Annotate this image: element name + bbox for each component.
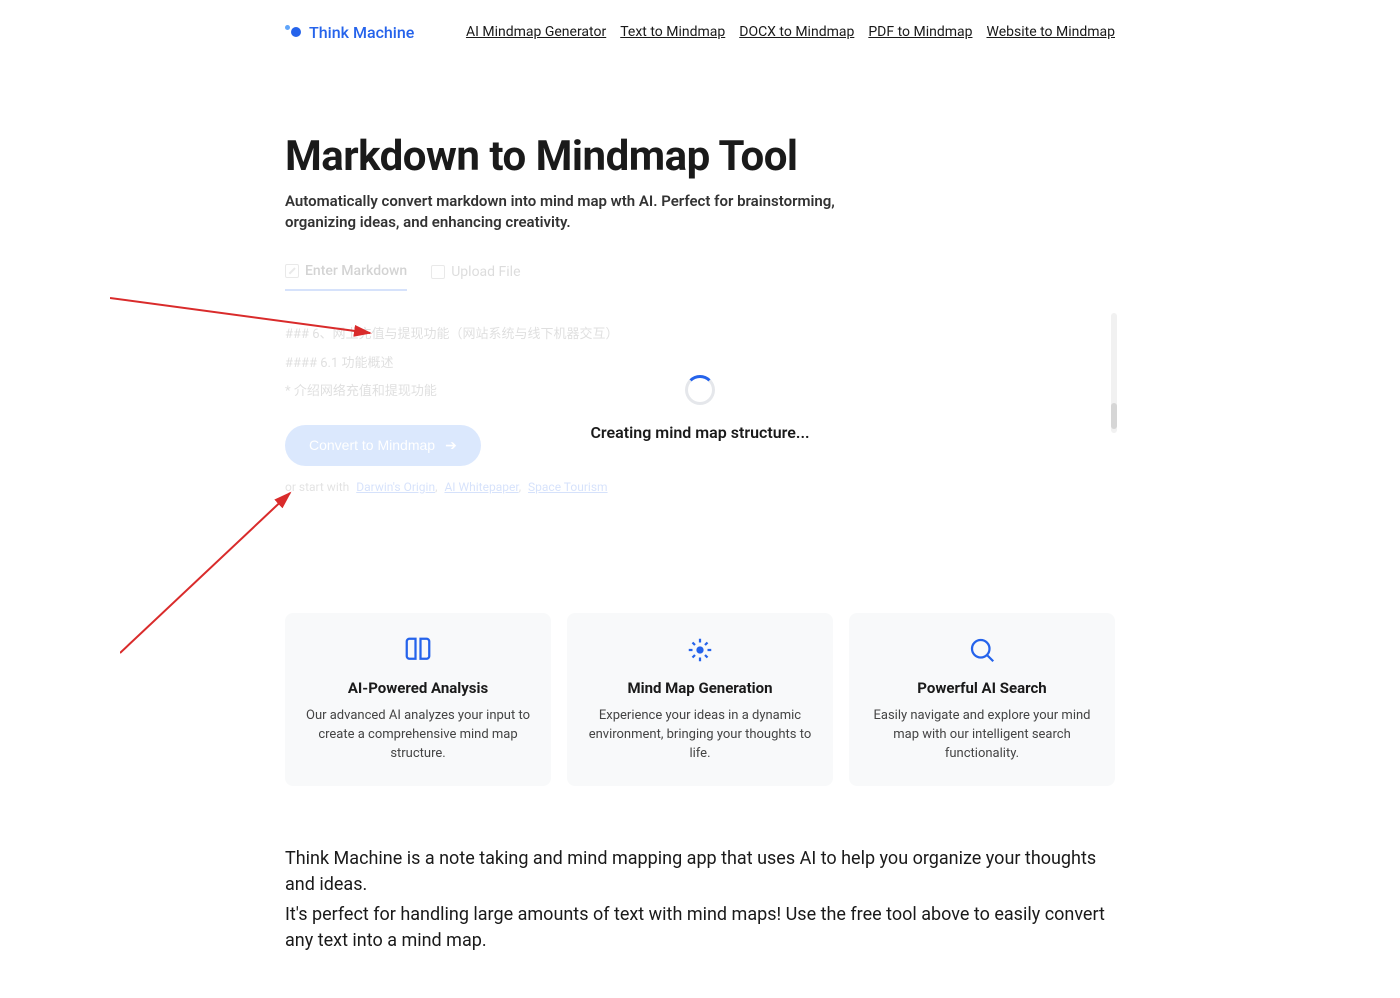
header: Think Machine AI Mindmap Generator Text … — [285, 12, 1115, 52]
feature-desc: Experience your ideas in a dynamic envir… — [585, 707, 815, 764]
main-nav: AI Mindmap Generator Text to Mindmap DOC… — [466, 24, 1115, 40]
expand-icon — [685, 635, 715, 665]
page-title: Markdown to Mindmap Tool — [285, 132, 1115, 181]
body-paragraph-1: Think Machine is a note taking and mind … — [285, 846, 1115, 898]
search-icon — [967, 635, 997, 665]
annotation-arrow-bottom — [120, 473, 310, 663]
body-copy: Think Machine is a note taking and mind … — [285, 846, 1115, 954]
body-paragraph-2: It's perfect for handling large amounts … — [285, 902, 1115, 954]
feature-title: Mind Map Generation — [585, 679, 815, 697]
feature-title: Powerful AI Search — [867, 679, 1097, 697]
features: AI-Powered Analysis Our advanced AI anal… — [285, 613, 1115, 786]
logo[interactable]: Think Machine — [285, 23, 414, 42]
logo-icon — [285, 23, 303, 41]
nav-ai-mindmap-generator[interactable]: AI Mindmap Generator — [466, 24, 606, 40]
hero: Markdown to Mindmap Tool Automatically c… — [285, 132, 1115, 233]
nav-website-to-mindmap[interactable]: Website to Mindmap — [986, 24, 1115, 40]
editor-area: Enter Markdown Upload File ### 6、网上充值与提现… — [285, 263, 1115, 553]
brand-name: Think Machine — [309, 23, 414, 42]
spinner-icon — [685, 375, 715, 405]
feature-card-analysis: AI-Powered Analysis Our advanced AI anal… — [285, 613, 551, 786]
feature-card-generation: Mind Map Generation Experience your idea… — [567, 613, 833, 786]
feature-desc: Our advanced AI analyzes your input to c… — [303, 707, 533, 764]
feature-title: AI-Powered Analysis — [303, 679, 533, 697]
nav-text-to-mindmap[interactable]: Text to Mindmap — [620, 24, 725, 40]
page-subtitle: Automatically convert markdown into mind… — [285, 191, 865, 233]
loading-text: Creating mind map structure... — [590, 423, 809, 442]
nav-docx-to-mindmap[interactable]: DOCX to Mindmap — [739, 24, 854, 40]
loading-overlay: Creating mind map structure... — [285, 263, 1115, 553]
feature-card-search: Powerful AI Search Easily navigate and e… — [849, 613, 1115, 786]
nav-pdf-to-mindmap[interactable]: PDF to Mindmap — [868, 24, 972, 40]
book-icon — [403, 635, 433, 665]
feature-desc: Easily navigate and explore your mind ma… — [867, 707, 1097, 764]
